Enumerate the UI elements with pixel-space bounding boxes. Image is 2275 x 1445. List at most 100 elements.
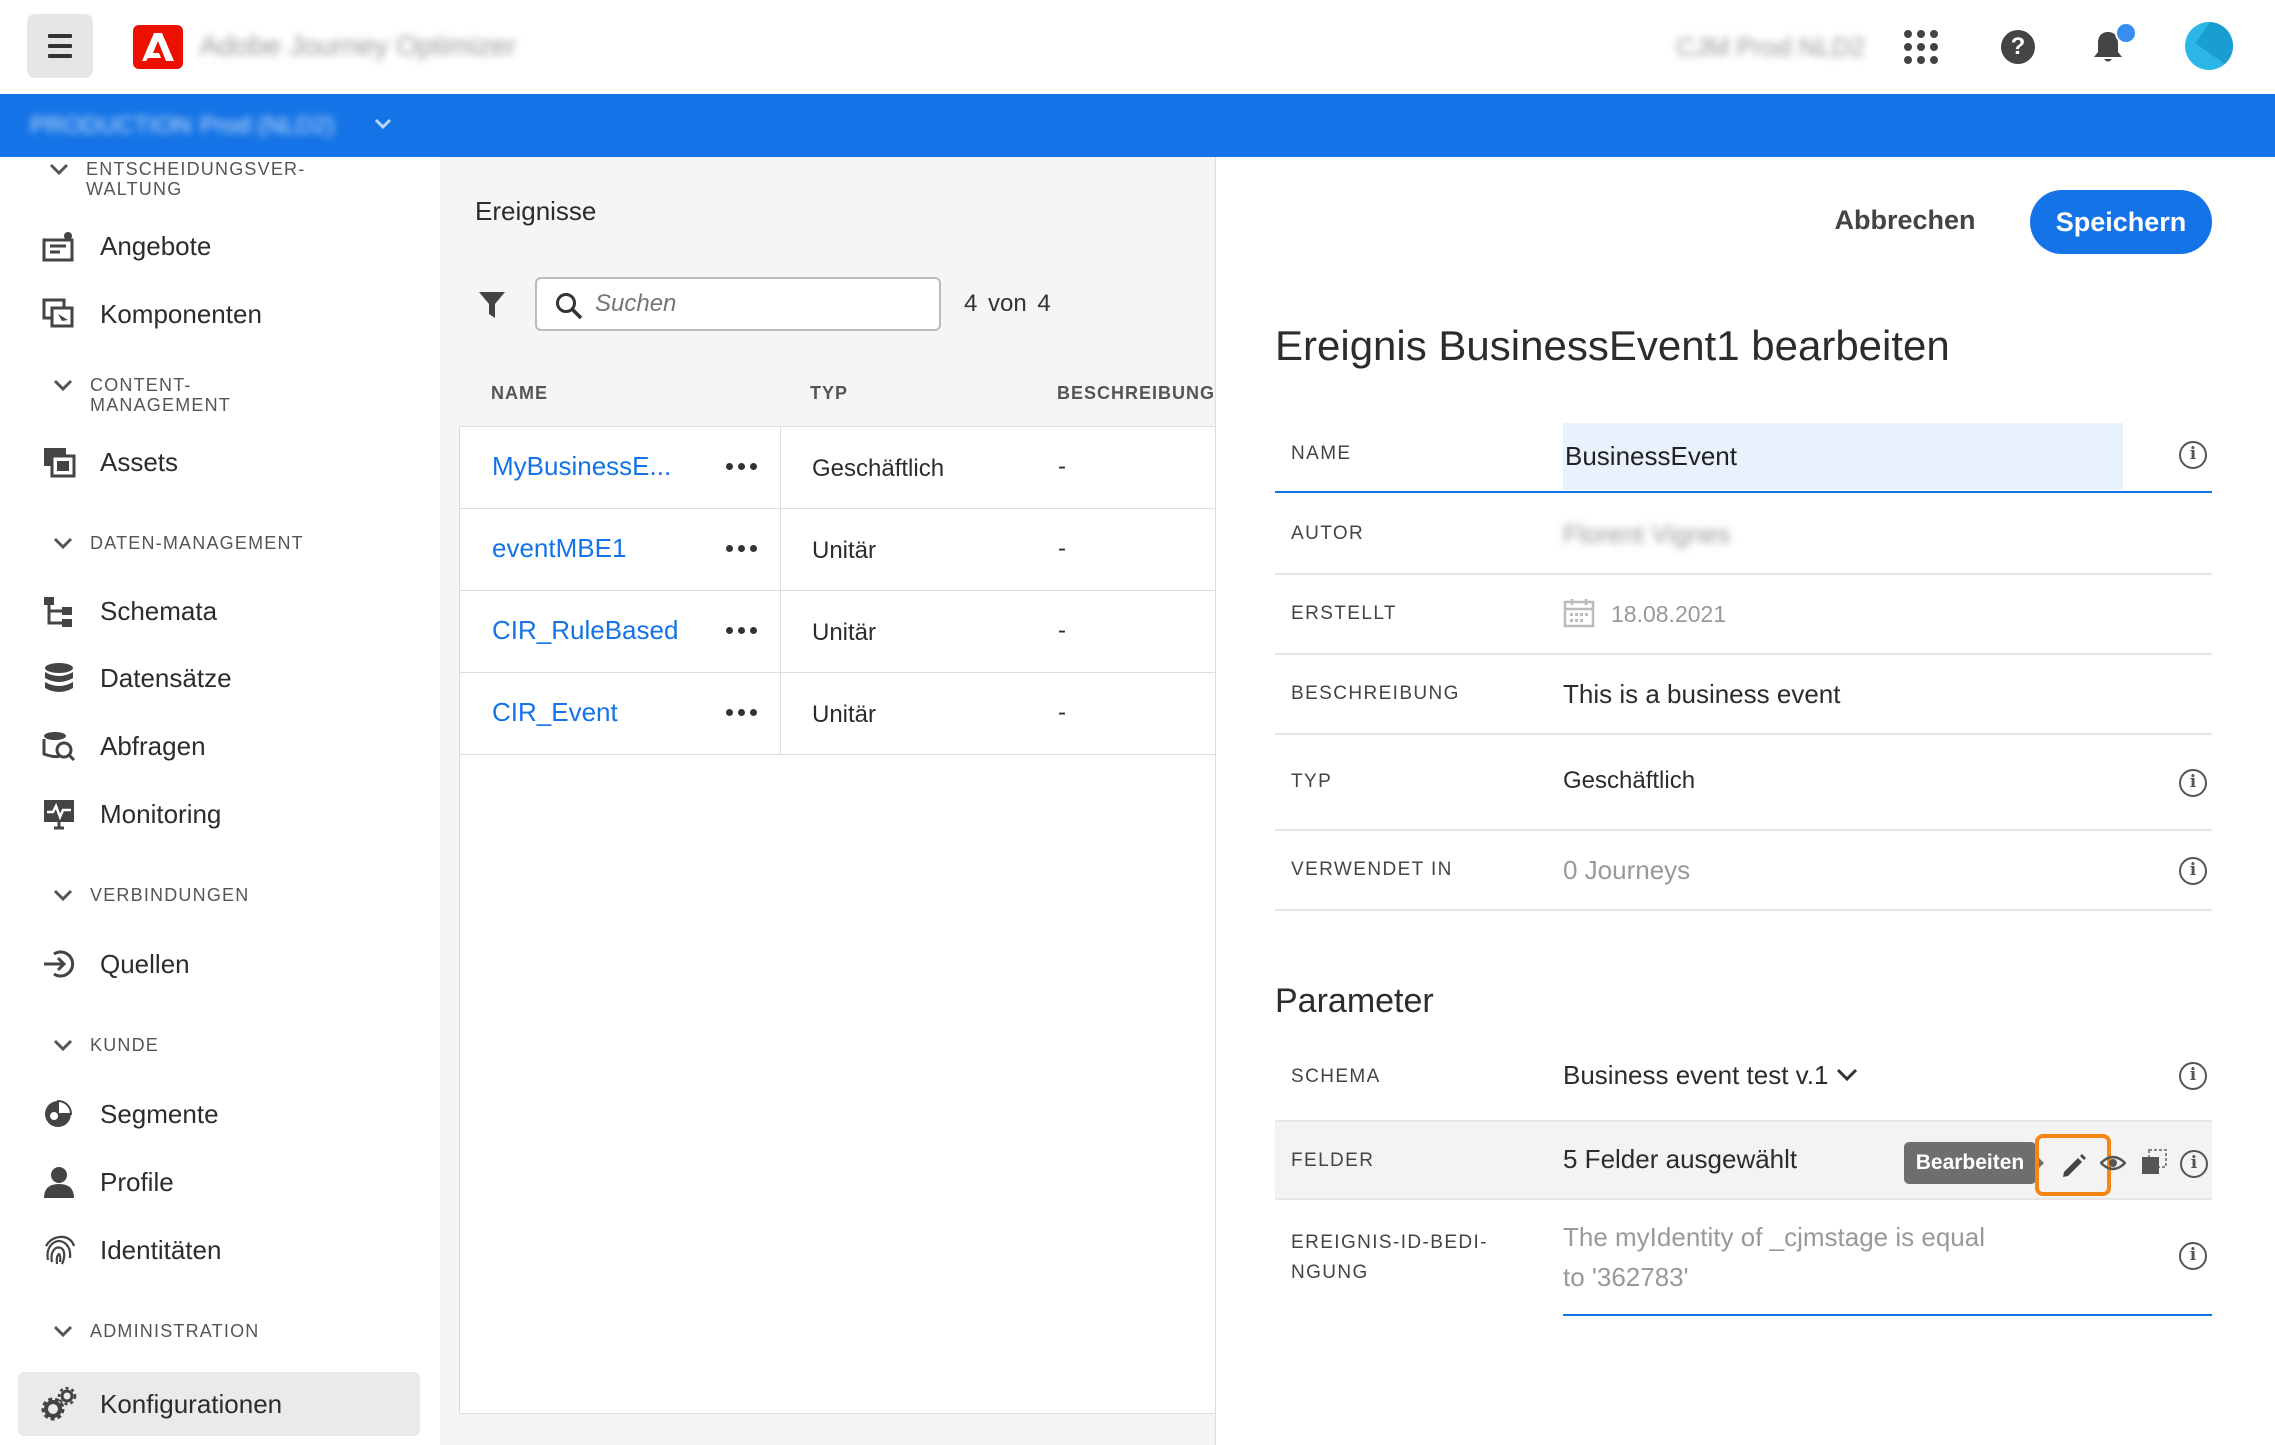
sidebar-section-customer[interactable]: KUNDE — [48, 1035, 159, 1057]
save-button[interactable]: Speichern — [2030, 190, 2212, 254]
table-row[interactable]: MyBusinessE... Geschäftlich - — [460, 427, 1216, 509]
chevron-down-icon — [53, 1039, 73, 1052]
sidebar-item-label: Quellen — [100, 948, 190, 979]
edit-tooltip: Bearbeiten — [1904, 1142, 2044, 1184]
result-count: 4 von 4 — [964, 290, 1051, 317]
column-divider — [780, 591, 781, 673]
sidebar-section-label: ADMINISTRATION — [90, 1321, 260, 1341]
fingerprint-icon — [36, 1227, 82, 1273]
hamburger-icon[interactable] — [27, 14, 93, 78]
sidebar-section-administration[interactable]: ADMINISTRATION — [48, 1321, 259, 1343]
sidebar-item-datasets[interactable]: Datensätze — [18, 649, 420, 707]
filter-icon[interactable] — [478, 290, 506, 320]
field-row-type: TYP Geschäftlich i — [1275, 735, 2212, 831]
queries-icon — [36, 723, 82, 769]
chevron-down-icon[interactable] — [1835, 1066, 1859, 1084]
info-icon[interactable]: i — [2179, 857, 2207, 885]
field-label: FELDER — [1291, 1150, 1375, 1171]
sidebar-item-offers[interactable]: Angebote — [18, 217, 420, 275]
sidebar-item-segments[interactable]: Segmente — [18, 1085, 420, 1143]
more-actions-icon[interactable] — [726, 545, 757, 552]
field-row-used-in: VERWENDET IN 0 Journeys i — [1275, 831, 2212, 911]
profile-icon — [36, 1159, 82, 1205]
help-icon[interactable]: ? — [2001, 30, 2035, 64]
eye-icon[interactable] — [2100, 1152, 2126, 1174]
page-title: Ereignis BusinessEvent1 bearbeiten — [1275, 322, 1950, 369]
sidebar-section-connections[interactable]: VERBINDUNGEN — [48, 885, 249, 907]
fields-value: 5 Felder ausgewählt — [1563, 1144, 1798, 1174]
event-type: Geschäftlich — [812, 455, 945, 482]
event-name-link[interactable]: eventMBE1 — [492, 533, 626, 564]
calendar-icon — [1563, 599, 1595, 628]
field-label: ERSTELLT — [1291, 603, 1397, 624]
event-name-link[interactable]: CIR_Event — [492, 697, 618, 728]
event-type: Unitär — [812, 701, 877, 728]
event-name-link[interactable]: CIR_RuleBased — [492, 615, 678, 646]
field-underline — [1563, 1314, 2212, 1316]
sidebar-item-configurations[interactable]: Konfigurationen — [18, 1372, 420, 1436]
sidebar-section-decisioning[interactable]: ENTSCHEIDUNGSVER- WALTUNG — [44, 159, 305, 199]
info-icon[interactable]: i — [2180, 1150, 2208, 1178]
event-id-condition-value[interactable]: The myIdentity of _cjmstage is equal — [1563, 1222, 1985, 1253]
name-input[interactable] — [1563, 423, 2123, 490]
sidebar-section-label: DATEN-MANAGEMENT — [90, 533, 304, 553]
field-label: TYP — [1291, 771, 1333, 792]
cancel-button[interactable]: Abbrechen — [1820, 192, 1990, 248]
sidebar-item-queries[interactable]: Abfragen — [18, 717, 420, 775]
apps-grid-icon[interactable] — [1904, 30, 1938, 64]
sidebar-item-assets[interactable]: Assets — [18, 433, 420, 491]
sidebar-section-data[interactable]: DATEN-MANAGEMENT — [48, 533, 304, 555]
search-field[interactable] — [535, 277, 941, 331]
event-description: - — [1058, 453, 1066, 480]
sidebar-item-schemas[interactable]: Schemata — [18, 582, 420, 640]
schema-select[interactable]: Business event test v.1 — [1563, 1060, 1828, 1091]
sources-icon — [36, 941, 82, 987]
sidebar-item-monitoring[interactable]: Monitoring — [18, 785, 420, 843]
field-label: BESCHREIBUNG — [1291, 683, 1460, 704]
table-row[interactable]: CIR_RuleBased Unitär - — [460, 591, 1216, 673]
sidebar-item-label: Datensätze — [100, 662, 232, 693]
more-actions-icon[interactable] — [726, 709, 757, 716]
sidebar-item-profiles[interactable]: Profile — [18, 1153, 420, 1211]
column-header-type[interactable]: TYP — [810, 383, 848, 404]
info-icon[interactable]: i — [2179, 1062, 2207, 1090]
more-actions-icon[interactable] — [726, 627, 757, 634]
sidebar-item-label: Identitäten — [100, 1234, 222, 1265]
event-type: Unitär — [812, 619, 877, 646]
table-row[interactable]: CIR_Event Unitär - — [460, 673, 1216, 755]
adobe-logo[interactable] — [133, 25, 183, 69]
sandbox-switcher[interactable]: Prod (NLD2) — [200, 112, 335, 140]
chevron-down-icon — [53, 537, 73, 550]
info-icon[interactable]: i — [2179, 441, 2207, 469]
used-in-value[interactable]: 0 Journeys — [1563, 855, 1690, 886]
event-description: - — [1058, 617, 1066, 644]
assets-icon — [36, 439, 82, 485]
sidebar-item-identities[interactable]: Identitäten — [18, 1221, 420, 1279]
copy-icon[interactable] — [2140, 1148, 2168, 1176]
avatar[interactable] — [2185, 22, 2233, 70]
events-table: MyBusinessE... Geschäftlich - eventMBE1 … — [459, 426, 1216, 1414]
notification-badge — [2115, 22, 2137, 44]
chevron-down-icon[interactable] — [374, 118, 392, 130]
org-switcher[interactable]: CJM Prod NLD2 — [1676, 32, 1865, 63]
event-name-link[interactable]: MyBusinessE... — [492, 451, 671, 482]
column-header-name[interactable]: NAME — [491, 383, 548, 404]
column-header-description[interactable]: BESCHREIBUNG — [1057, 383, 1215, 404]
more-actions-icon[interactable] — [726, 463, 757, 470]
sidebar-section-label: KUNDE — [90, 1035, 160, 1055]
sandbox-label: PRODUCTION — [30, 112, 192, 139]
info-icon[interactable]: i — [2179, 769, 2207, 797]
field-label: SCHEMA — [1291, 1066, 1381, 1087]
event-description: - — [1058, 535, 1066, 562]
event-id-condition-value[interactable]: to '362783' — [1563, 1262, 1689, 1293]
info-icon[interactable]: i — [2179, 1242, 2207, 1270]
sidebar-item-sources[interactable]: Quellen — [18, 935, 420, 993]
table-row[interactable]: eventMBE1 Unitär - — [460, 509, 1216, 591]
search-input[interactable] — [595, 288, 925, 320]
field-row-schema: SCHEMA Business event test v.1 i — [1275, 1040, 2212, 1120]
chevron-down-icon — [53, 1325, 73, 1338]
sidebar-item-components[interactable]: Komponenten — [18, 285, 420, 343]
description-value[interactable]: This is a business event — [1563, 679, 1840, 710]
sidebar-section-content[interactable]: CONTENT- MANAGEMENT — [48, 375, 231, 415]
sidebar-item-label: Konfigurationen — [100, 1388, 283, 1419]
